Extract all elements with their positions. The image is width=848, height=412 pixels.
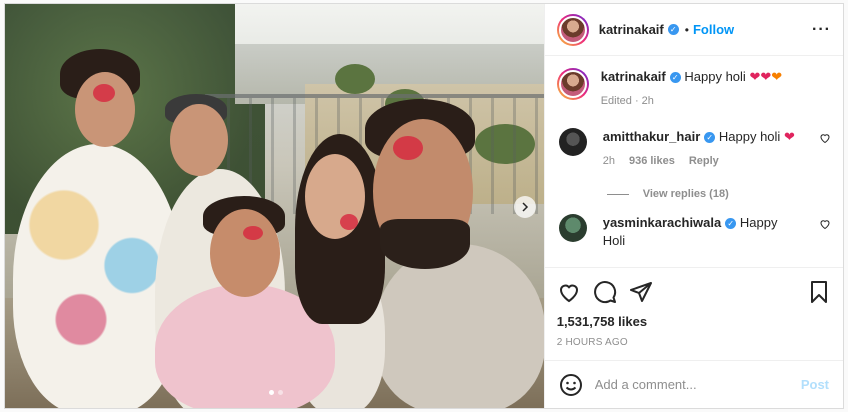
comment-time[interactable]: 2h xyxy=(603,152,615,170)
carousel-dot-active xyxy=(269,390,274,395)
commenter-avatar[interactable] xyxy=(558,128,587,156)
author-username[interactable]: katrinakaif xyxy=(599,22,664,37)
next-slide-button[interactable] xyxy=(513,196,536,218)
author-avatar[interactable] xyxy=(556,13,589,46)
holi-color xyxy=(243,226,263,240)
heart-outline-icon[interactable] xyxy=(819,218,831,230)
caption-avatar[interactable] xyxy=(556,68,589,100)
holi-color xyxy=(393,136,423,160)
face xyxy=(210,209,280,297)
carousel-dot xyxy=(278,390,283,395)
heart-emoji-icon: ❤ xyxy=(783,129,795,144)
divider-line xyxy=(606,193,629,195)
heart-emoji-icon: ❤❤ xyxy=(749,69,772,84)
commenter-avatar[interactable] xyxy=(558,214,587,242)
person-5 xyxy=(375,244,544,408)
post-comment-button[interactable]: Post xyxy=(801,377,829,392)
like-heart-icon[interactable] xyxy=(557,280,581,304)
orange-heart-emoji-icon: ❤ xyxy=(771,69,783,84)
caption-username[interactable]: katrinakaif xyxy=(601,69,666,84)
verified-badge-icon: ✓ xyxy=(725,218,737,229)
verified-badge-icon: ✓ xyxy=(704,132,716,143)
photo-palm xyxy=(335,64,375,94)
view-replies-label: View replies (18) xyxy=(642,188,729,200)
beard xyxy=(380,219,470,269)
commenter-username[interactable]: yasminkarachiwala xyxy=(603,215,722,230)
comment-likes[interactable]: 936 likes xyxy=(629,152,675,170)
follow-button[interactable]: Follow xyxy=(693,22,734,37)
post-photo[interactable] xyxy=(5,4,544,408)
comment-text: Happy holi xyxy=(718,129,781,144)
share-paper-plane-icon[interactable] xyxy=(629,280,653,304)
post-header: katrinakaif ✓ • Follow ··· xyxy=(544,4,843,56)
caption-text: Happy holi xyxy=(684,69,746,84)
likes-count[interactable]: 1,531,758 likes xyxy=(557,314,831,329)
holi-color xyxy=(340,214,358,230)
post-dialog: katrinakaif ✓ • Follow ··· katrinakaif ✓ … xyxy=(4,3,844,409)
post-sidebar: katrinakaif ✓ • Follow ··· katrinakaif ✓ … xyxy=(543,4,843,408)
comment-bubble-icon[interactable] xyxy=(593,280,617,304)
face xyxy=(170,104,228,176)
more-options-icon[interactable]: ··· xyxy=(812,21,831,39)
verified-badge-icon: ✓ xyxy=(667,24,679,35)
carousel-dots xyxy=(269,390,283,395)
reply-button[interactable]: Reply xyxy=(689,152,719,170)
caption: katrinakaif ✓ Happy holi ❤❤❤ Edited · 2h xyxy=(556,68,831,110)
bookmark-icon[interactable] xyxy=(807,280,831,304)
add-comment-bar: Post xyxy=(544,360,843,408)
holi-color xyxy=(93,84,115,102)
post-actions: 1,531,758 likes 2 HOURS AGO xyxy=(544,267,843,348)
commenter-username[interactable]: amitthakur_hair xyxy=(603,129,701,144)
heart-outline-icon[interactable] xyxy=(819,132,831,144)
caption-edited: Edited · 2h xyxy=(600,95,654,107)
view-replies-button[interactable]: View replies (18) xyxy=(606,188,831,200)
comment-item: yasminkarachiwala ✓ Happy Holi xyxy=(557,214,831,250)
verified-badge-icon: ✓ xyxy=(669,72,681,83)
separator-dot: • xyxy=(684,22,689,37)
comment-input[interactable] xyxy=(594,377,801,392)
emoji-smiley-icon[interactable] xyxy=(559,373,583,397)
comments-section: katrinakaif ✓ Happy holi ❤❤❤ Edited · 2h … xyxy=(545,56,843,267)
chevron-right-icon xyxy=(522,202,528,212)
post-timestamp[interactable]: 2 HOURS AGO xyxy=(557,337,831,348)
comment-item: amitthakur_hair ✓ Happy holi ❤ 2h 936 lik… xyxy=(557,128,831,170)
